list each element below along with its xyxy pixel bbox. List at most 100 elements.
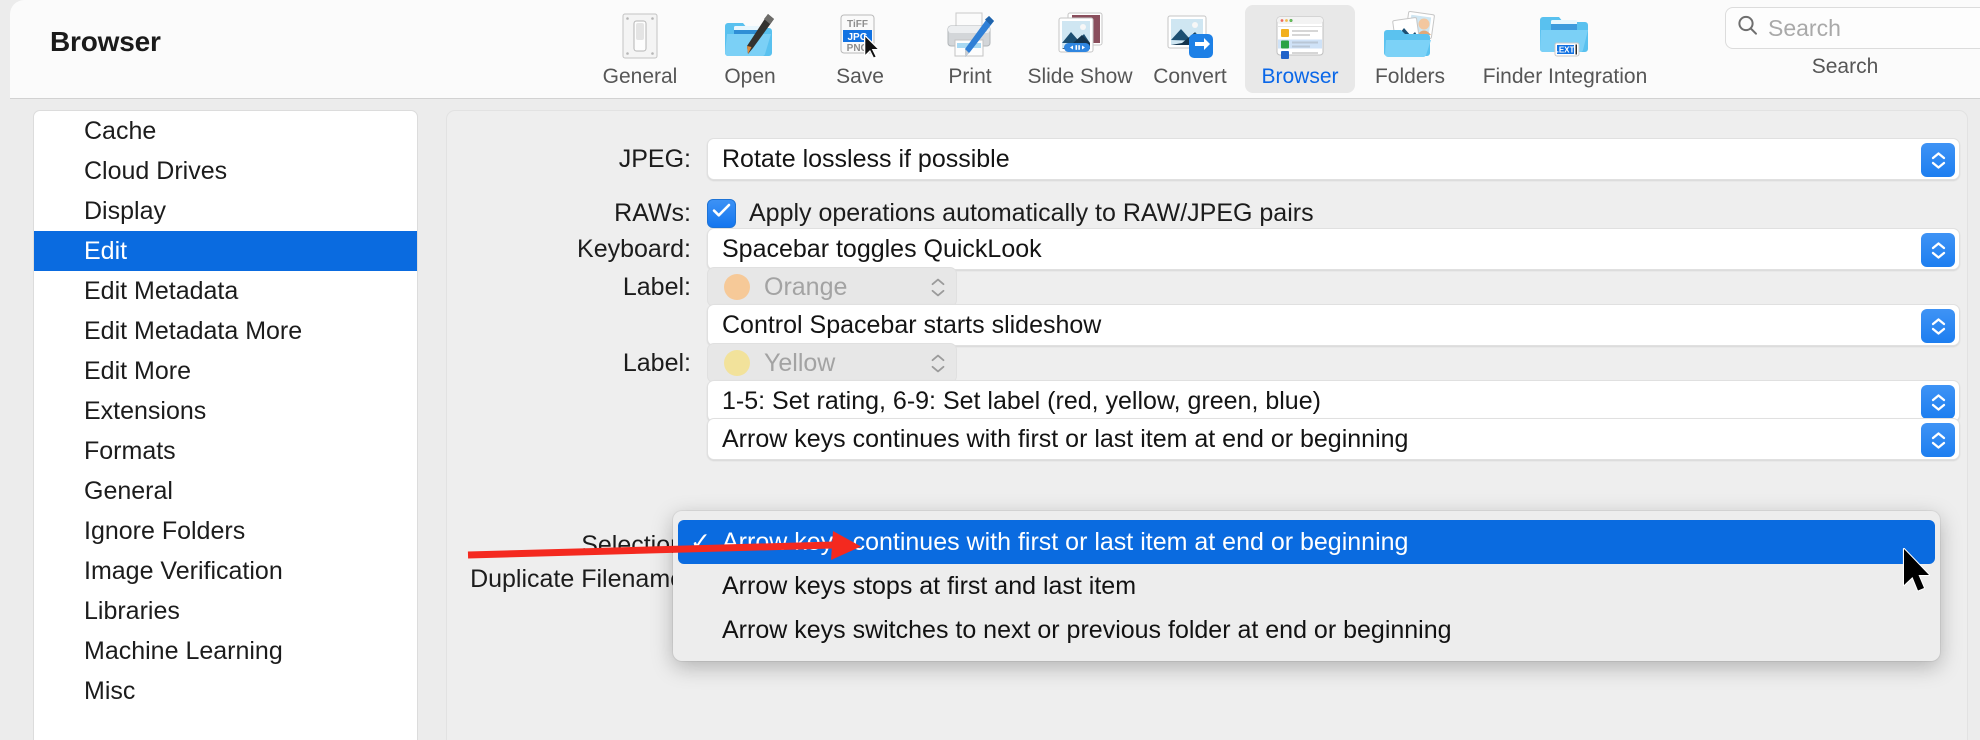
sidebar-item-misc[interactable]: Misc xyxy=(34,671,417,711)
toolbar-item-general[interactable]: General xyxy=(585,5,695,93)
chevron-updown-icon[interactable] xyxy=(1921,143,1955,177)
sidebar-item-cloud-drives[interactable]: Cloud Drives xyxy=(34,151,417,191)
sidebar-item-general[interactable]: General xyxy=(34,471,417,511)
sidebar-item-edit-more[interactable]: Edit More xyxy=(34,351,417,391)
toolbar-item-convert[interactable]: Convert xyxy=(1135,5,1245,93)
chevron-updown-icon[interactable] xyxy=(1921,385,1955,419)
toolbar: Browser General Open TiFF JPG PNG Save P… xyxy=(10,0,1980,99)
toolbar-item-print-label: Print xyxy=(948,65,992,88)
sidebar-item-label: Display xyxy=(84,196,166,225)
app-window: Browser General Open TiFF JPG PNG Save P… xyxy=(0,0,1980,740)
chevron-updown-icon xyxy=(930,272,946,302)
toolbar-item-folders-label: Folders xyxy=(1374,65,1446,88)
menu-item-label: Arrow keys continues with first or last … xyxy=(722,527,1409,556)
row-jpeg: JPEG: Rotate lossless if possible xyxy=(447,137,1967,181)
sidebar-item-label: Cache xyxy=(84,116,157,145)
sidebar-item-extensions[interactable]: Extensions xyxy=(34,391,417,431)
save-formats-icon: TiFF JPG PNG xyxy=(834,10,886,62)
toolbar-item-browser-label: Browser xyxy=(1261,65,1339,88)
arrow-keys-select-value: Arrow keys continues with first or last … xyxy=(722,424,1409,453)
jpeg-select[interactable]: Rotate lossless if possible xyxy=(707,138,1960,180)
sidebar-item-edit-metadata-more[interactable]: Edit Metadata More xyxy=(34,311,417,351)
arrow-keys-dropdown-menu: ✓ Arrow keys continues with first or las… xyxy=(673,511,1940,661)
sidebar-item-label: Misc xyxy=(84,676,136,705)
svg-text:.EXT: .EXT xyxy=(1557,46,1575,55)
chevron-updown-icon[interactable] xyxy=(1921,309,1955,343)
keyboard-select[interactable]: Spacebar toggles QuickLook xyxy=(707,228,1960,270)
sidebar-item-ignore-folders[interactable]: Ignore Folders xyxy=(34,511,417,551)
rating-select-value: 1-5: Set rating, 6-9: Set label (red, ye… xyxy=(722,386,1321,415)
general-switch-icon xyxy=(614,10,666,62)
label-orange-select[interactable]: Orange xyxy=(707,267,957,307)
toolbar-item-save[interactable]: TiFF JPG PNG Save xyxy=(805,5,915,93)
menu-item-label: Arrow keys stops at first and last item xyxy=(722,571,1137,600)
jpeg-label: JPEG: xyxy=(618,144,691,173)
row-arrow-keys: Arrow keys continues with first or last … xyxy=(447,417,1967,461)
menu-item-label: Arrow keys switches to next or previous … xyxy=(722,615,1452,644)
search-icon xyxy=(1736,14,1759,42)
shortcut-2-select[interactable]: Control Spacebar starts slideshow xyxy=(707,304,1960,346)
toolbar-search: Search Search xyxy=(1725,7,1980,79)
svg-text:TiFF: TiFF xyxy=(847,19,868,30)
sidebar-item-label: Ignore Folders xyxy=(84,516,246,545)
sidebar-item-label: Libraries xyxy=(84,596,180,625)
duplicate-filename-label: Duplicate Filename: xyxy=(470,564,691,593)
toolbar-item-finder-integration[interactable]: .EXT Finder Integration xyxy=(1465,5,1665,93)
chevron-updown-icon[interactable] xyxy=(1921,233,1955,267)
selection-label: Selection: xyxy=(581,530,691,559)
menu-item-arrow-keys-stops[interactable]: Arrow keys stops at first and last item xyxy=(678,564,1935,608)
sidebar-item-label: General xyxy=(84,476,173,505)
sidebar-item-libraries[interactable]: Libraries xyxy=(34,591,417,631)
raws-checkbox[interactable] xyxy=(707,198,736,228)
convert-icon xyxy=(1164,10,1216,62)
window-title: Browser xyxy=(50,26,161,57)
sidebar-item-label: Machine Learning xyxy=(84,636,283,665)
raws-checkbox-label: Apply operations automatically to RAW/JP… xyxy=(749,198,1314,227)
shortcut-2-value: Control Spacebar starts slideshow xyxy=(722,310,1102,339)
search-placeholder: Search xyxy=(1768,14,1841,41)
browser-window-icon xyxy=(1274,10,1326,62)
toolbar-item-general-label: General xyxy=(602,65,678,88)
toolbar-item-print[interactable]: Print xyxy=(915,5,1025,93)
search-field[interactable]: Search xyxy=(1725,7,1980,49)
sidebar-item-label: Edit More xyxy=(84,356,191,385)
window-frame: Browser General Open TiFF JPG PNG Save P… xyxy=(10,0,1980,740)
sidebar-item-edit-metadata[interactable]: Edit Metadata xyxy=(34,271,417,311)
chevron-updown-icon xyxy=(930,348,946,378)
toolbar-item-open[interactable]: Open xyxy=(695,5,805,93)
label-yellow-label: Label: xyxy=(622,348,691,377)
checkmark-icon xyxy=(712,203,731,223)
slideshow-icon xyxy=(1054,10,1106,62)
sidebar-item-formats[interactable]: Formats xyxy=(34,431,417,471)
color-swatch-yellow-icon xyxy=(724,350,750,376)
arrow-keys-select[interactable]: Arrow keys continues with first or last … xyxy=(707,418,1960,460)
toolbar-item-open-label: Open xyxy=(724,65,776,88)
sidebar-item-edit[interactable]: Edit xyxy=(34,231,417,271)
toolbar-items: General Open TiFF JPG PNG Save Print Sli… xyxy=(585,5,1665,93)
menu-item-arrow-keys-switches[interactable]: Arrow keys switches to next or previous … xyxy=(678,608,1935,652)
sidebar-item-machine-learning[interactable]: Machine Learning xyxy=(34,631,417,671)
keyboard-label: Keyboard: xyxy=(577,234,691,263)
label-yellow-select[interactable]: Yellow xyxy=(707,343,957,383)
label-orange-label: Label: xyxy=(622,272,691,301)
toolbar-item-folders[interactable]: Folders xyxy=(1355,5,1465,93)
toolbar-item-finder-integration-label: Finder Integration xyxy=(1482,65,1648,88)
rating-select[interactable]: 1-5: Set rating, 6-9: Set label (red, ye… xyxy=(707,380,1960,422)
sidebar-item-display[interactable]: Display xyxy=(34,191,417,231)
toolbar-item-save-label: Save xyxy=(836,65,884,88)
sidebar-item-cache[interactable]: Cache xyxy=(34,111,417,151)
color-swatch-orange-icon xyxy=(724,274,750,300)
sidebar: Cache Cloud Drives Display Edit Edit Met… xyxy=(33,110,418,740)
toolbar-item-browser[interactable]: Browser xyxy=(1245,5,1355,93)
sidebar-item-label: Extensions xyxy=(84,396,207,425)
sidebar-item-label: Cloud Drives xyxy=(84,156,228,185)
toolbar-item-convert-label: Convert xyxy=(1153,65,1227,88)
sidebar-item-label: Image Verification xyxy=(84,556,283,585)
chevron-updown-icon[interactable] xyxy=(1921,423,1955,457)
toolbar-item-slide-show[interactable]: Slide Show xyxy=(1025,5,1135,93)
menu-item-arrow-keys-continues[interactable]: ✓ Arrow keys continues with first or las… xyxy=(678,520,1935,564)
sidebar-item-label: Edit xyxy=(84,236,128,265)
sidebar-item-label: Formats xyxy=(84,436,176,465)
label-orange-value: Orange xyxy=(764,272,848,301)
sidebar-item-image-verification[interactable]: Image Verification xyxy=(34,551,417,591)
